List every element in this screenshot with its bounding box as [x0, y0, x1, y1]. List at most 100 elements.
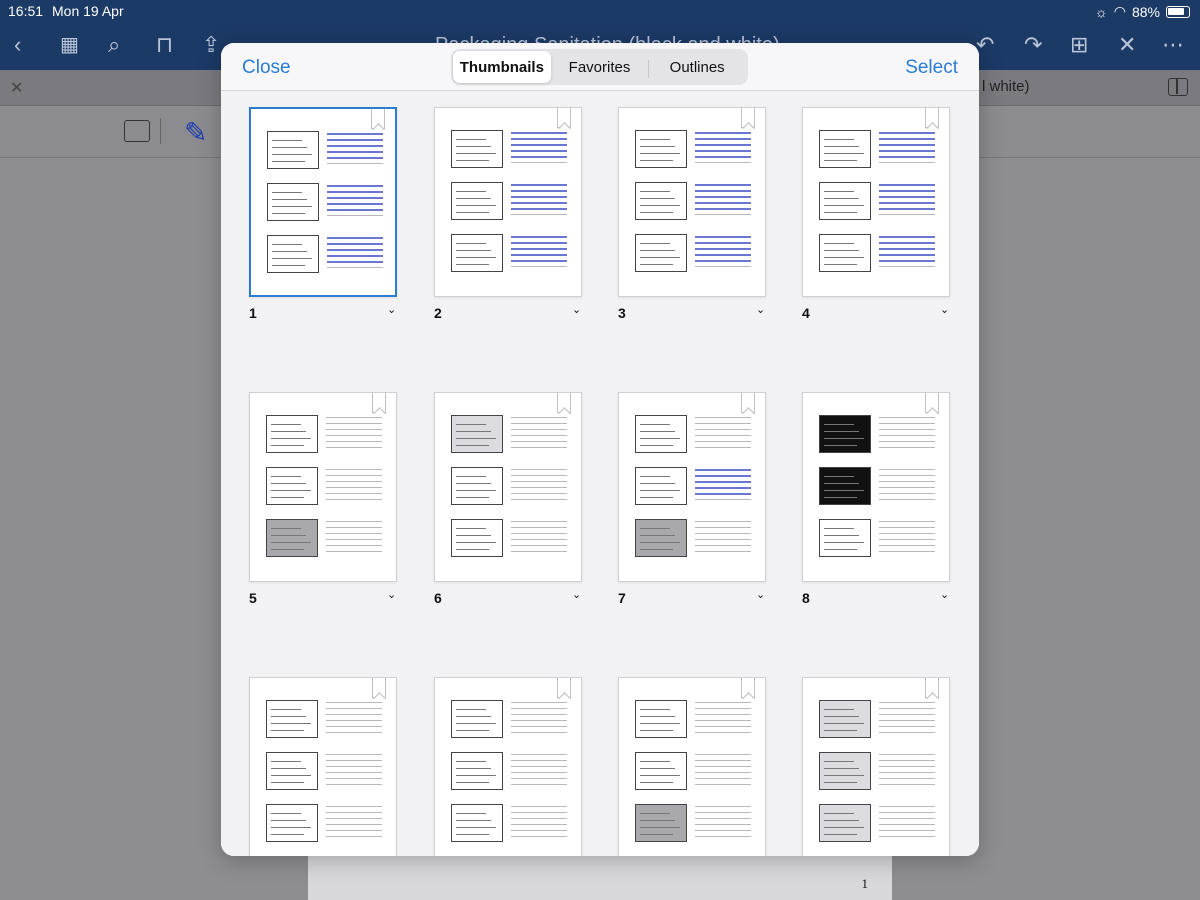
slide-text-line — [272, 140, 302, 141]
chevron-down-icon[interactable]: ⌄ — [756, 588, 765, 601]
page-thumbnail[interactable] — [618, 392, 766, 582]
page-number-label: 4 — [802, 305, 810, 321]
chevron-down-icon[interactable]: ⌄ — [572, 303, 581, 316]
slide-preview — [266, 752, 318, 790]
page-thumbnail[interactable] — [802, 392, 950, 582]
share-icon[interactable]: ⇪ — [202, 32, 220, 58]
slide-text-line — [456, 820, 491, 821]
notes-area — [326, 702, 382, 738]
handwriting-line — [695, 266, 751, 267]
handwriting-line — [511, 144, 567, 146]
slide-text-line — [640, 198, 675, 199]
ruled-line — [879, 521, 935, 522]
ruled-line — [511, 714, 567, 715]
battery-percent: 88% — [1131, 3, 1160, 20]
close-button[interactable]: Close — [242, 57, 291, 79]
page-thumbnail[interactable] — [434, 107, 582, 297]
chevron-down-icon[interactable]: ⌄ — [387, 303, 396, 316]
bookmark-icon[interactable] — [371, 109, 385, 129]
slide-text-line — [824, 490, 864, 491]
ruled-line — [879, 732, 935, 733]
handwriting-line — [511, 196, 567, 198]
slide-text-line — [640, 497, 673, 498]
bookmark-icon[interactable] — [372, 393, 386, 413]
page-thumbnail-cell: 7 ⌄ — [618, 392, 768, 622]
chevron-down-icon[interactable]: ⌄ — [940, 588, 949, 601]
bookmark-icon[interactable] — [925, 108, 939, 128]
slide-text-line — [640, 775, 680, 776]
page-thumbnail[interactable] — [618, 677, 766, 856]
ruled-line — [879, 708, 935, 709]
slide-preview — [635, 804, 687, 842]
bookmark-icon[interactable] — [925, 393, 939, 413]
pen-tool-icon[interactable]: ✎ — [184, 116, 207, 149]
slide-text-line — [271, 730, 304, 731]
more-icon[interactable]: ⋯ — [1162, 32, 1184, 58]
slide-text-line — [271, 438, 311, 439]
notes-area — [326, 806, 382, 842]
slide-text-line — [824, 146, 859, 147]
slide-preview — [451, 234, 503, 272]
add-page-icon[interactable]: ⊞ — [1070, 32, 1088, 58]
search-icon[interactable]: ⌕ — [108, 32, 120, 58]
slide-text-line — [824, 761, 854, 762]
page-thumbnail[interactable] — [249, 392, 397, 582]
ruled-line — [879, 812, 935, 813]
page-thumbnail[interactable] — [802, 677, 950, 856]
ruled-line — [511, 493, 567, 494]
bookmark-icon[interactable] — [372, 678, 386, 698]
ruled-line — [326, 732, 382, 733]
grid-icon[interactable]: ▦ — [60, 32, 79, 57]
bookmark-icon[interactable] — [557, 108, 571, 128]
slide-text-line — [824, 723, 864, 724]
notes-area — [695, 521, 751, 557]
sidebar-icon[interactable] — [1168, 78, 1188, 96]
bookmark-icon[interactable] — [741, 393, 755, 413]
close-tab-icon[interactable]: ✕ — [10, 78, 23, 98]
page-thumbnail[interactable] — [618, 107, 766, 297]
tab-thumbnails[interactable]: Thumbnails — [453, 51, 551, 83]
lasso-tool-icon[interactable] — [124, 120, 150, 142]
ruled-line — [326, 417, 382, 418]
bookmark-icon[interactable] — [557, 678, 571, 698]
chevron-down-icon[interactable]: ⌄ — [387, 588, 396, 601]
bookmark-icon[interactable] — [741, 678, 755, 698]
chevron-down-icon[interactable]: ⌄ — [940, 303, 949, 316]
tab-outlines[interactable]: Outlines — [648, 51, 746, 83]
ruled-line — [511, 417, 567, 418]
ruled-line — [326, 784, 382, 785]
bookmark-icon[interactable] — [925, 678, 939, 698]
page-thumbnail[interactable] — [802, 107, 950, 297]
bookmark-icon[interactable] — [557, 393, 571, 413]
slide-text-line — [640, 709, 670, 710]
back-icon[interactable]: ‹ — [14, 32, 21, 58]
handwriting-line — [879, 162, 935, 163]
handwriting-line — [695, 202, 751, 204]
ruled-line — [326, 521, 382, 522]
page-thumbnail[interactable] — [249, 677, 397, 856]
redo-icon[interactable]: ↷ — [1024, 32, 1042, 58]
chevron-down-icon[interactable]: ⌄ — [572, 588, 581, 601]
tab-title[interactable]: l white) — [982, 78, 1030, 95]
page-number-label: 7 — [618, 590, 626, 606]
tab-favorites[interactable]: Favorites — [551, 51, 649, 83]
slide-preview — [266, 415, 318, 453]
handwriting-line — [695, 248, 751, 250]
bookmark-icon[interactable] — [741, 108, 755, 128]
notes-area — [879, 806, 935, 842]
ruled-line — [326, 754, 382, 755]
ruled-line — [695, 417, 751, 418]
notes-area — [879, 754, 935, 790]
select-button[interactable]: Select — [905, 57, 958, 79]
page-thumbnail[interactable] — [434, 677, 582, 856]
slide-text-line — [271, 542, 311, 543]
ruled-line — [695, 754, 751, 755]
ruled-line — [879, 778, 935, 779]
bookmark-icon[interactable]: ⊓ — [156, 32, 173, 58]
ruled-line — [511, 702, 567, 703]
page-thumbnail[interactable] — [249, 107, 397, 297]
ruled-line — [879, 429, 935, 430]
close-annotation-icon[interactable]: ✕ — [1118, 32, 1136, 58]
page-thumbnail[interactable] — [434, 392, 582, 582]
chevron-down-icon[interactable]: ⌄ — [756, 303, 765, 316]
